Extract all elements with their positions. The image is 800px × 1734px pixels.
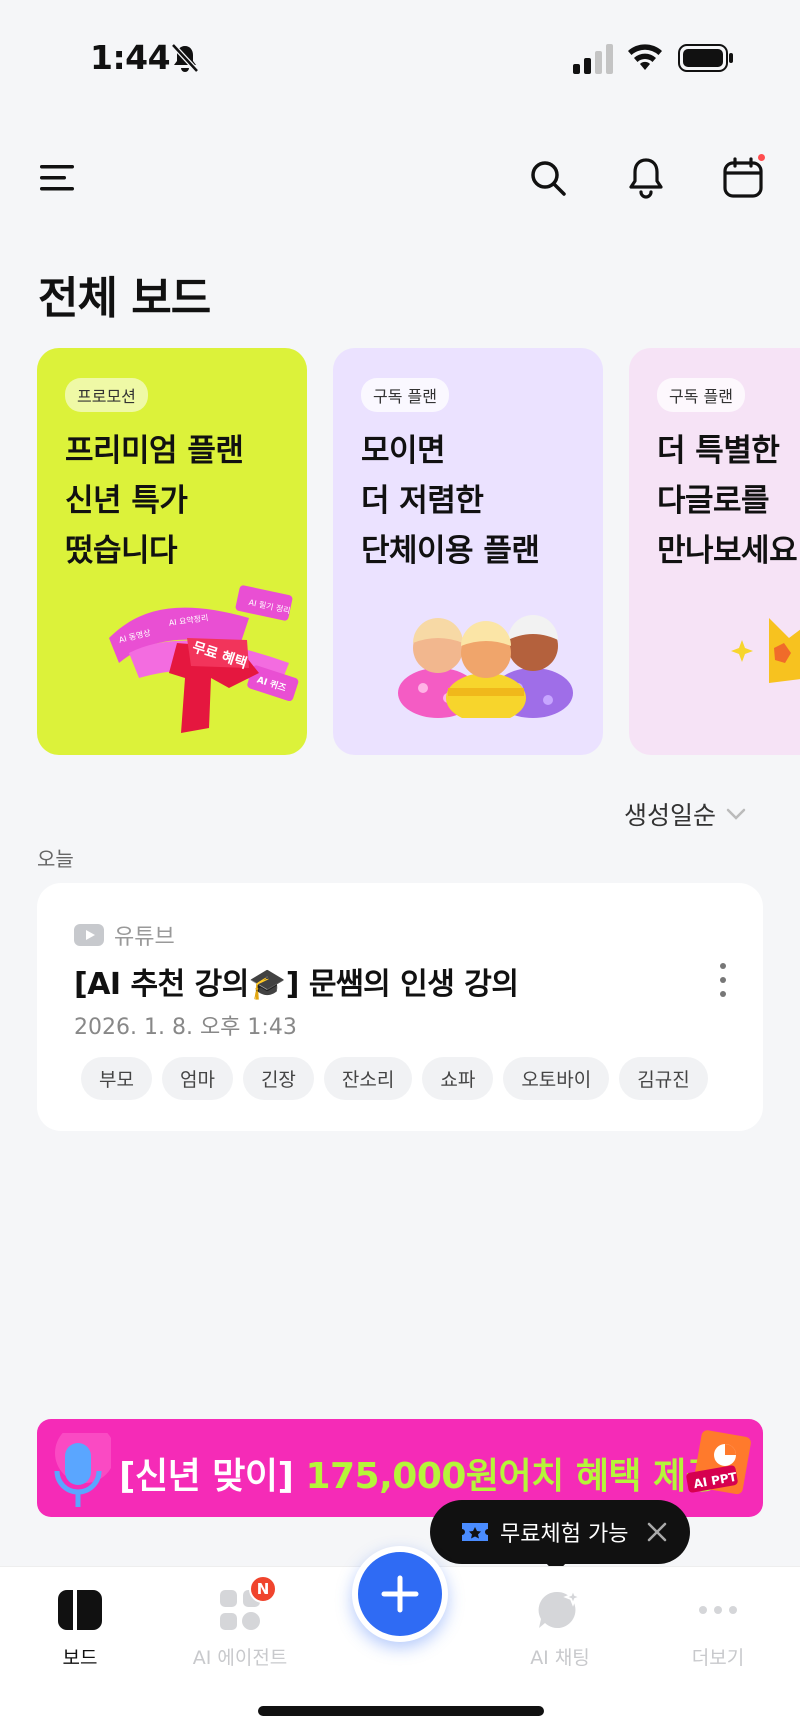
crown-illustration bbox=[731, 618, 800, 683]
more-dots-icon bbox=[695, 1587, 741, 1633]
tab-more[interactable]: 더보기 bbox=[648, 1587, 788, 1670]
card-tag: 구독 플랜 bbox=[657, 378, 745, 412]
people-illustration bbox=[398, 615, 573, 718]
wifi-icon bbox=[628, 44, 662, 70]
chat-sparkle-icon bbox=[537, 1587, 583, 1633]
tab-label: 보드 bbox=[62, 1647, 98, 1669]
tag-list: 부모 엄마 긴장 잔소리 쇼파 오토바이 김규진 bbox=[81, 1057, 708, 1100]
add-button[interactable] bbox=[352, 1546, 448, 1642]
youtube-icon bbox=[74, 924, 104, 946]
search-icon bbox=[531, 161, 566, 196]
source-label: 유튜브 bbox=[114, 925, 175, 950]
tab-board[interactable]: 보드 bbox=[10, 1587, 150, 1670]
bell-off-icon bbox=[171, 43, 199, 73]
cellular-signal-icon bbox=[573, 44, 613, 74]
tag-chip[interactable]: 부모 bbox=[81, 1057, 152, 1100]
ai-ppt-badge-icon: AI PPT bbox=[686, 1430, 751, 1495]
calendar-icon bbox=[723, 157, 763, 198]
promo-card-special[interactable]: 구독 플랜 더 특별한 다글로를 만나보세요 bbox=[629, 348, 800, 755]
tag-chip[interactable]: 잔소리 bbox=[323, 1057, 413, 1100]
sort-dropdown[interactable]: 생성일순 bbox=[624, 796, 746, 832]
tag-chip[interactable]: 긴장 bbox=[242, 1057, 314, 1100]
microphone-icon bbox=[54, 1433, 111, 1507]
tag-chip[interactable]: 엄마 bbox=[161, 1057, 233, 1100]
close-icon[interactable] bbox=[646, 1521, 668, 1543]
board-icon bbox=[57, 1587, 103, 1633]
menu-icon bbox=[40, 165, 74, 191]
status-bar: 1:44 bbox=[0, 0, 800, 110]
source-row: 유튜브 bbox=[74, 919, 175, 951]
sort-label: 생성일순 bbox=[624, 801, 717, 830]
money-gun-illustration: AI 필기 정리 AI 동영상 AI 요약정리 AI 퀴즈 무료 혜택 bbox=[109, 585, 299, 733]
board-item-card[interactable]: 유튜브 [AI 추천 강의🎓] 문쌤의 인생 강의 2026. 1. 8. 오후… bbox=[37, 883, 763, 1131]
free-trial-tooltip[interactable]: 무료체험 가능 bbox=[430, 1500, 690, 1574]
tag-chip[interactable]: 오토바이 bbox=[503, 1057, 610, 1100]
tab-label: 더보기 bbox=[691, 1647, 745, 1669]
calendar-button[interactable] bbox=[715, 150, 771, 206]
tag-chip[interactable]: 쇼파 bbox=[422, 1057, 494, 1100]
banner-text: [신년 맞이] 175,000원어치 혜택 제공 bbox=[119, 1456, 719, 1497]
search-button[interactable] bbox=[520, 150, 576, 206]
chevron-down-icon bbox=[726, 808, 746, 820]
tab-label: AI 채팅 bbox=[530, 1647, 590, 1669]
tag-chip[interactable]: 김규진 bbox=[619, 1057, 708, 1100]
card-text: 모이면 더 저렴한 단체이용 플랜 bbox=[361, 433, 540, 569]
card-text: 프리미엄 플랜 신년 특가 떴습니다 bbox=[65, 433, 244, 569]
menu-button[interactable] bbox=[30, 150, 86, 206]
ticket-icon bbox=[462, 1523, 488, 1541]
card-tag: 프로모션 bbox=[65, 378, 148, 412]
tab-label: AI 에이전트 bbox=[192, 1647, 288, 1669]
battery-icon bbox=[678, 44, 733, 72]
tab-ai-agent[interactable]: N AI 에이전트 bbox=[170, 1575, 310, 1670]
grid-icon: N bbox=[217, 1575, 277, 1633]
card-tag: 구독 플랜 bbox=[361, 378, 449, 412]
home-indicator bbox=[258, 1706, 544, 1716]
board-item-title: [AI 추천 강의🎓] 문쌤의 인생 강의 bbox=[74, 967, 519, 1002]
plus-icon bbox=[381, 1575, 419, 1613]
section-label-today: 오늘 bbox=[37, 847, 74, 871]
bell-icon bbox=[629, 158, 663, 199]
board-item-date: 2026. 1. 8. 오후 1:43 bbox=[74, 1015, 297, 1040]
card-text: 더 특별한 다글로를 만나보세요 bbox=[657, 433, 798, 569]
more-options-icon[interactable] bbox=[717, 963, 729, 997]
promo-card-group-plan[interactable]: 구독 플랜 모이면 더 저렴한 단체이용 플랜 bbox=[333, 348, 603, 755]
tab-ai-chat[interactable]: AI 채팅 bbox=[490, 1587, 630, 1670]
new-badge: N bbox=[249, 1575, 277, 1603]
calendar-badge bbox=[756, 152, 767, 163]
promo-card-premium[interactable]: 프로모션 프리미엄 플랜 신년 특가 떴습니다 AI 필기 정리 AI 동영상 … bbox=[37, 348, 307, 755]
page-title: 전체 보드 bbox=[38, 273, 211, 324]
promo-carousel[interactable]: 프로모션 프리미엄 플랜 신년 특가 떴습니다 AI 필기 정리 AI 동영상 … bbox=[37, 348, 800, 755]
notification-button[interactable] bbox=[618, 150, 674, 206]
tooltip-text: 무료체험 가능 bbox=[500, 1522, 629, 1547]
status-time: 1:44 bbox=[90, 38, 171, 77]
